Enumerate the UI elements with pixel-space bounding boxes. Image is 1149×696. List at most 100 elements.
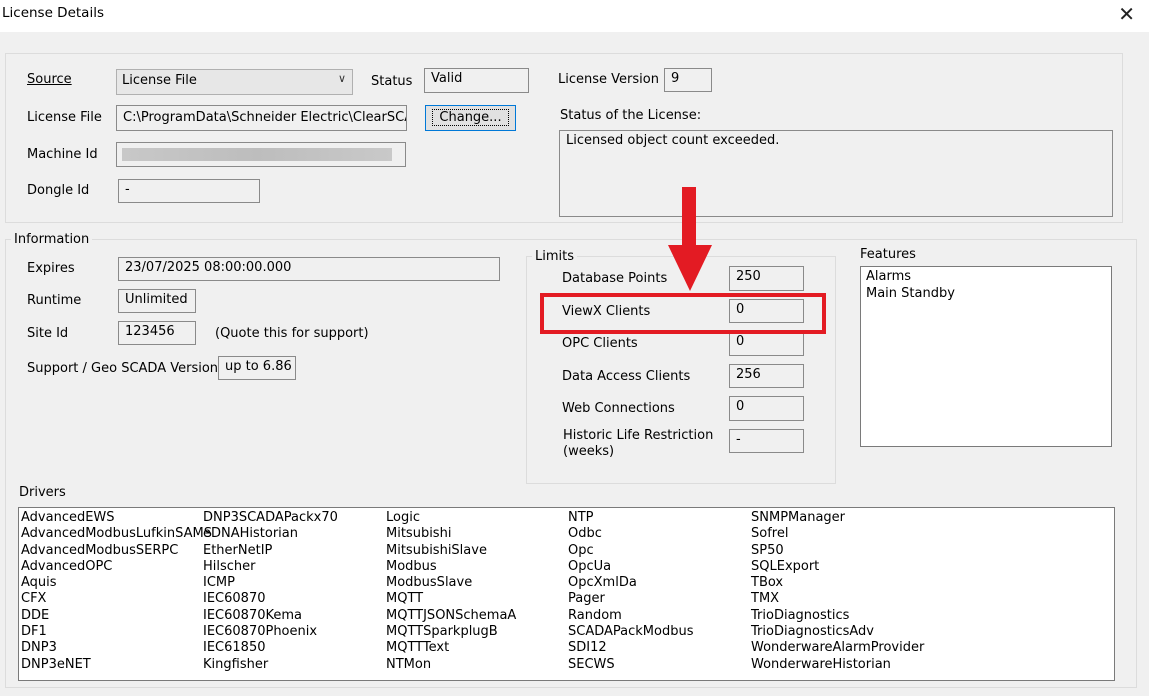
driver-item[interactable]: IEC60870Phoenix (203, 624, 338, 640)
driver-item[interactable]: TrioDiagnostics (751, 608, 924, 624)
limit-opc-clients-field: 0 (729, 331, 804, 356)
driver-item[interactable]: SCADAPackModbus (568, 624, 693, 640)
driver-item[interactable]: TMX (751, 591, 924, 607)
driver-item[interactable]: Logic (386, 510, 516, 526)
driver-item[interactable]: WonderwareAlarmProvider (751, 640, 924, 656)
limit-data-access-clients-label: Data Access Clients (562, 369, 691, 384)
driver-item[interactable]: NTMon (386, 657, 516, 673)
driver-item[interactable]: Opc (568, 543, 693, 559)
driver-item[interactable]: eDNAHistorian (203, 526, 338, 542)
status-of-license-field: Licensed object count exceeded. (559, 130, 1113, 217)
window-title: License Details (2, 5, 104, 21)
feature-item[interactable]: Alarms (866, 269, 1106, 286)
driver-item[interactable]: Pager (568, 591, 693, 607)
driver-item[interactable]: SQLExport (751, 559, 924, 575)
driver-item[interactable]: EtherNetIP (203, 543, 338, 559)
driver-item[interactable]: IEC60870Kema (203, 608, 338, 624)
site-id-label: Site Id (27, 326, 69, 341)
drivers-list[interactable]: AdvancedEWS AdvancedModbusLufkinSAMS Adv… (18, 507, 1115, 681)
drivers-title: Drivers (19, 485, 66, 500)
chevron-down-icon: ∨ (337, 72, 346, 85)
license-file-label: License File (27, 110, 102, 125)
limit-web-connections-field: 0 (729, 396, 804, 421)
driver-item[interactable]: NTP (568, 510, 693, 526)
features-title: Features (860, 247, 916, 262)
limit-opc-clients-label: OPC Clients (562, 336, 638, 351)
driver-item[interactable]: DF1 (21, 624, 212, 640)
driver-item[interactable]: AdvancedEWS (21, 510, 212, 526)
runtime-field: Unlimited (118, 289, 196, 313)
driver-item[interactable]: AdvancedOPC (21, 559, 212, 575)
driver-item[interactable]: WonderwareHistorian (751, 657, 924, 673)
status-of-license-label: Status of the License: (560, 108, 702, 123)
machine-id-label: Machine Id (27, 147, 98, 162)
driver-item[interactable]: DNP3SCADAPackx70 (203, 510, 338, 526)
driver-item[interactable]: ModbusSlave (386, 575, 516, 591)
limit-data-access-clients-field: 256 (729, 364, 804, 388)
red-arrow-icon (666, 187, 714, 293)
driver-item[interactable]: Hilscher (203, 559, 338, 575)
limit-web-connections-label: Web Connections (562, 401, 675, 416)
driver-item[interactable]: OpcXmlDa (568, 575, 693, 591)
driver-item[interactable]: SNMPManager (751, 510, 924, 526)
driver-item[interactable]: Kingfisher (203, 657, 338, 673)
features-list[interactable]: Alarms Main Standby (860, 266, 1112, 447)
limits-title: Limits (532, 249, 577, 264)
change-button[interactable]: Change... (425, 105, 516, 131)
driver-item[interactable]: IEC61850 (203, 640, 338, 656)
driver-item[interactable]: Mitsubishi (386, 526, 516, 542)
driver-item[interactable]: Random (568, 608, 693, 624)
driver-item[interactable]: CFX (21, 591, 212, 607)
driver-item[interactable]: IEC60870 (203, 591, 338, 607)
status-label: Status (371, 74, 413, 89)
limit-database-points-field: 250 (729, 266, 804, 291)
driver-item[interactable]: MQTTText (386, 640, 516, 656)
driver-item[interactable]: Aquis (21, 575, 212, 591)
driver-item[interactable]: DDE (21, 608, 212, 624)
machine-id-redacted (122, 148, 392, 161)
license-version-field: 9 (664, 68, 712, 92)
support-version-field: up to 6.86 (218, 356, 296, 380)
driver-item[interactable]: ICMP (203, 575, 338, 591)
driver-item[interactable]: SDI12 (568, 640, 693, 656)
highlight-box (540, 293, 826, 334)
driver-item[interactable]: Odbc (568, 526, 693, 542)
driver-item[interactable]: MQTT (386, 591, 516, 607)
site-id-field: 123456 (118, 321, 196, 345)
limit-historic-life-label: Historic Life Restriction (weeks) (563, 428, 714, 459)
driver-item[interactable]: MitsubishiSlave (386, 543, 516, 559)
status-field: Valid (424, 68, 529, 93)
driver-item[interactable]: AdvancedModbusLufkinSAMS (21, 526, 212, 542)
source-label: Source (27, 72, 72, 87)
driver-item[interactable]: TBox (751, 575, 924, 591)
driver-item[interactable]: OpcUa (568, 559, 693, 575)
close-icon[interactable]: ✕ (1118, 2, 1135, 26)
drivers-column-4: NTP Odbc Opc OpcUa OpcXmlDa Pager Random… (568, 510, 693, 673)
driver-item[interactable]: DNP3 (21, 640, 212, 656)
expires-field: 23/07/2025 08:00:00.000 (118, 257, 500, 281)
machine-id-field (116, 142, 406, 167)
site-id-note: (Quote this for support) (215, 326, 369, 341)
dongle-id-field: - (118, 179, 260, 203)
driver-item[interactable]: MQTTJSONSchemaA (386, 608, 516, 624)
source-value: License File (122, 73, 197, 88)
driver-item[interactable]: DNP3eNET (21, 657, 212, 673)
driver-item[interactable]: MQTTSparkplugB (386, 624, 516, 640)
driver-item[interactable]: SP50 (751, 543, 924, 559)
driver-item[interactable]: Sofrel (751, 526, 924, 542)
license-version-label: License Version (558, 72, 659, 87)
drivers-column-5: SNMPManager Sofrel SP50 SQLExport TBox T… (751, 510, 924, 673)
expires-label: Expires (27, 261, 75, 276)
driver-item[interactable]: Modbus (386, 559, 516, 575)
feature-item[interactable]: Main Standby (866, 286, 1106, 303)
driver-item[interactable]: AdvancedModbusSERPC (21, 543, 212, 559)
runtime-label: Runtime (27, 293, 82, 308)
driver-item[interactable]: TrioDiagnosticsAdv (751, 624, 924, 640)
source-dropdown[interactable]: License File ∨ (116, 69, 353, 95)
drivers-column-1: AdvancedEWS AdvancedModbusLufkinSAMS Adv… (21, 510, 212, 673)
title-bar (0, 0, 1149, 32)
limit-historic-life-field: - (729, 429, 804, 453)
driver-item[interactable]: SECWS (568, 657, 693, 673)
drivers-column-3: Logic Mitsubishi MitsubishiSlave Modbus … (386, 510, 516, 673)
information-title: Information (11, 232, 93, 247)
